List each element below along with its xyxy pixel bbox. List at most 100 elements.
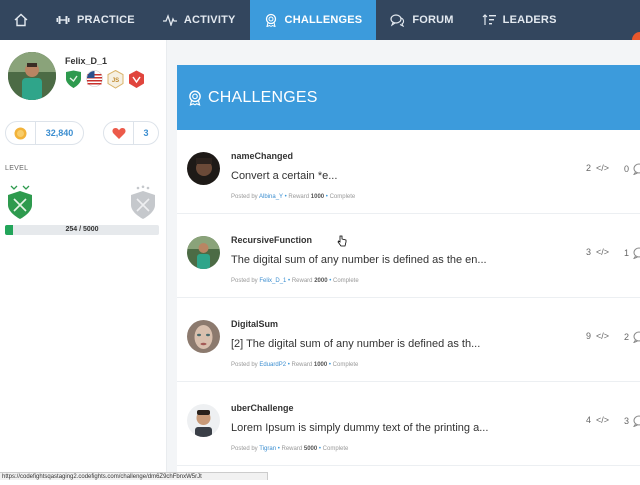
challenges-panel: CHALLENGES nameChanged Convert a certain… [177, 65, 640, 485]
posted-by-label: Posted by [231, 278, 258, 284]
challenge-description[interactable]: Convert a certain *e... [231, 170, 337, 182]
code-icon: </> [596, 163, 610, 173]
comment-icon [633, 247, 640, 259]
shield-badge-icon [66, 70, 81, 88]
nav-challenges[interactable]: CHALLENGES [249, 0, 377, 40]
heart-icon [111, 127, 126, 139]
author-avatar[interactable] [187, 404, 220, 437]
challenge-row[interactable]: uberChallenge Lorem Ipsum is simply dumm… [177, 382, 640, 466]
reward-value: 2000 [314, 278, 328, 284]
coin-icon [14, 127, 27, 139]
top-navigation: PRACTICE ACTIVITY CHALLENGES FORUM LEADE… [0, 0, 640, 40]
home-button[interactable] [0, 0, 42, 40]
challenge-row[interactable]: RecursiveFunction The digital sum of any… [177, 214, 640, 298]
challenge-title[interactable]: DigitalSum [231, 319, 278, 329]
challenge-title[interactable]: nameChanged [231, 151, 293, 161]
nav-forum[interactable]: FORUM [376, 0, 467, 40]
languages-count: 3 </> [586, 247, 610, 257]
home-icon [14, 13, 28, 27]
challenge-meta: Posted by Felix_D_1 • Reward 2000 • Comp… [231, 278, 359, 284]
posted-by-label: Posted by [231, 194, 258, 200]
username[interactable]: Felix_D_1 [65, 56, 107, 66]
next-level-badge [129, 185, 157, 226]
us-flag-badge-icon [86, 70, 103, 87]
code-icon: </> [596, 415, 610, 425]
award-icon [265, 13, 276, 27]
coins-value: 32,840 [45, 128, 74, 138]
flame-badge-icon [129, 70, 144, 88]
nav-forum-label: FORUM [412, 14, 454, 26]
hand-cursor-icon [337, 235, 347, 247]
languages-count: 2 </> [586, 163, 610, 173]
nav-leaders-label: LEADERS [502, 14, 557, 26]
green-shield-icon [8, 185, 32, 219]
status-label: Complete [332, 362, 359, 368]
challenge-meta: Posted by EduardP2 • Reward 1000 • Compl… [231, 362, 359, 368]
challenge-description[interactable]: The digital sum of any number is defined… [231, 254, 487, 266]
comments-count[interactable]: 1 [624, 247, 640, 259]
status-label: Complete [329, 194, 356, 200]
languages-count: 9 </> [586, 331, 610, 341]
comment-icon [633, 415, 640, 427]
nav-practice[interactable]: PRACTICE [42, 0, 149, 40]
reward-value: 5000 [303, 446, 318, 452]
nav-challenges-label: CHALLENGES [284, 14, 363, 26]
panel-header: CHALLENGES [177, 65, 640, 130]
challenge-title[interactable]: RecursiveFunction [231, 235, 312, 245]
reward-label: Reward [291, 362, 313, 368]
leaders-icon [482, 14, 496, 25]
panel-title: CHALLENGES [208, 88, 318, 106]
level-label: LEVEL [5, 165, 29, 172]
code-icon: </> [596, 331, 610, 341]
reward-label: Reward [281, 446, 303, 452]
posted-by-label: Posted by [231, 362, 258, 368]
comments-count[interactable]: 2 [624, 331, 640, 343]
gray-shield-icon [131, 185, 155, 219]
award-icon [189, 90, 201, 106]
browser-status-bar: https://codefightsqastaging2.codefights.… [0, 472, 268, 480]
challenge-description[interactable]: Lorem Ipsum is simply dummy text of the … [231, 422, 488, 434]
nav-activity[interactable]: ACTIVITY [149, 0, 250, 40]
author-link[interactable]: Tigran [259, 446, 276, 452]
code-icon: </> [596, 247, 610, 257]
chat-icon [390, 13, 405, 27]
reward-value: 1000 [313, 362, 328, 368]
nav-leaders[interactable]: LEADERS [468, 0, 571, 40]
hearts-value: 3 [143, 128, 149, 138]
challenge-row[interactable]: DigitalSum [2] The digital sum of any nu… [177, 298, 640, 382]
avatar[interactable] [8, 52, 56, 100]
author-link[interactable]: EduardP2 [259, 362, 286, 368]
comments-count[interactable]: 0 [624, 163, 640, 175]
author-avatar[interactable] [187, 320, 220, 353]
level-progress-bar: 254 / 5000 [5, 225, 159, 235]
coins-stat[interactable]: 32,840 [5, 121, 84, 145]
posted-by-label: Posted by [231, 446, 258, 452]
comments-count[interactable]: 3 [624, 415, 640, 427]
svg-text:JS: JS [112, 78, 119, 84]
reward-label: Reward [288, 194, 310, 200]
main-content: CHALLENGES nameChanged Convert a certain… [167, 40, 640, 485]
reward-value: 1000 [310, 194, 325, 200]
challenge-meta: Posted by Albina_Y • Reward 1000 • Compl… [231, 194, 356, 200]
current-level-badge [6, 185, 34, 226]
challenge-title[interactable]: uberChallenge [231, 403, 294, 413]
reward-label: Reward [291, 278, 313, 284]
challenge-description[interactable]: [2] The digital sum of any number is def… [231, 338, 480, 350]
challenge-row[interactable]: nameChanged Convert a certain *e... Post… [177, 130, 640, 214]
status-label: Complete [333, 278, 359, 284]
comment-icon [633, 163, 640, 175]
author-avatar[interactable] [187, 236, 220, 269]
challenge-meta: Posted by Tigran • Reward 5000 • Complet… [231, 446, 349, 452]
languages-count: 4 </> [586, 415, 610, 425]
comment-icon [633, 331, 640, 343]
badge-list: JS [65, 70, 145, 89]
profile-sidebar: Felix_D_1 JS 32,840 3 LEVEL 254 / 5000 [0, 40, 167, 480]
author-link[interactable]: Albina_Y [259, 194, 283, 200]
author-avatar[interactable] [187, 152, 220, 185]
author-link[interactable]: Felix_D_1 [259, 278, 286, 284]
nav-activity-label: ACTIVITY [183, 14, 236, 26]
nav-practice-label: PRACTICE [77, 14, 135, 26]
activity-icon [162, 14, 177, 26]
hearts-stat[interactable]: 3 [103, 121, 159, 145]
dumbbell-icon [56, 16, 70, 24]
